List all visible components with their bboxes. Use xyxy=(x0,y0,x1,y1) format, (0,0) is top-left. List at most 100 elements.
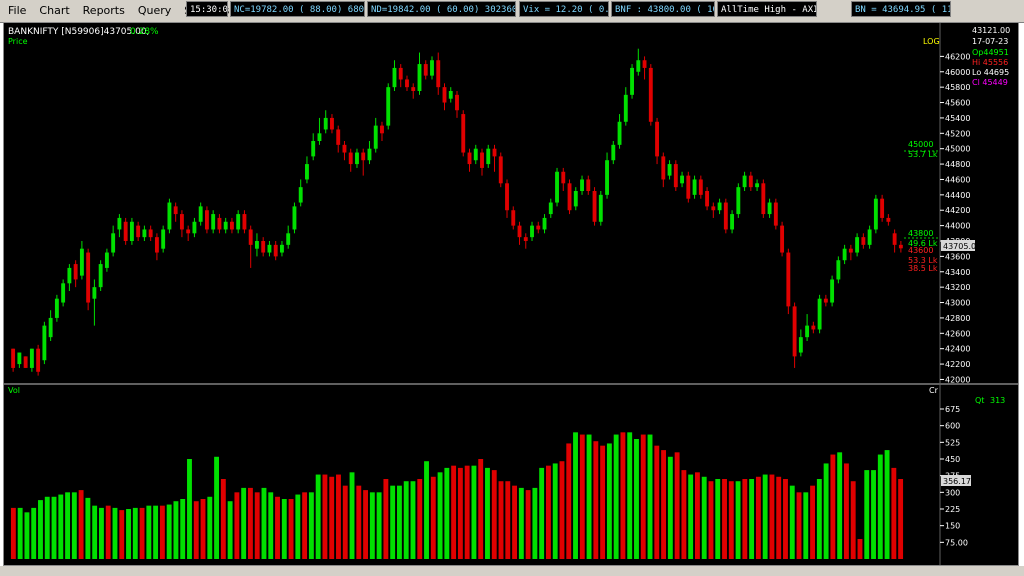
candle-body xyxy=(292,206,297,230)
candle-body xyxy=(892,233,897,245)
candle-body xyxy=(661,156,666,180)
candle-body xyxy=(805,325,810,338)
cr-label: Cr xyxy=(929,386,939,395)
volume-bar xyxy=(579,434,585,559)
volume-bar xyxy=(383,479,389,559)
price-tick-label: 45000 xyxy=(945,145,970,154)
candle-body xyxy=(311,141,316,157)
candle-body xyxy=(92,287,97,299)
volume-bar xyxy=(214,456,220,559)
candle-body xyxy=(48,317,53,338)
volume-bar xyxy=(728,481,734,559)
volume-bar xyxy=(173,501,179,559)
menu-chart[interactable]: Chart xyxy=(37,2,71,20)
candle-body xyxy=(686,175,691,199)
volume-bar xyxy=(451,465,457,559)
volume-bar xyxy=(485,467,490,559)
candlestick-series xyxy=(11,48,903,376)
candle-body xyxy=(648,67,653,122)
volume-bar xyxy=(444,467,450,559)
candle-body xyxy=(461,114,466,153)
volume-bar xyxy=(268,492,274,559)
volume-bar xyxy=(363,490,369,559)
candle-body xyxy=(723,202,728,230)
menu-reports[interactable]: Reports xyxy=(81,2,127,20)
level-45000-label: 45000 xyxy=(908,140,933,149)
volume-bar xyxy=(742,479,748,559)
candle-body xyxy=(242,214,247,230)
candle-body xyxy=(423,64,428,76)
candle-body xyxy=(617,121,622,145)
candle-body xyxy=(411,87,416,91)
candle-body xyxy=(480,152,484,168)
candle-body xyxy=(705,191,710,207)
volume-bar xyxy=(308,492,314,559)
price-tick-label: 42000 xyxy=(945,375,970,384)
volume-bar xyxy=(532,487,538,559)
candle-body xyxy=(498,156,503,184)
candle-body xyxy=(204,210,209,230)
volume-bar xyxy=(593,441,599,559)
volume-bar xyxy=(126,509,131,559)
candle-body xyxy=(142,229,147,238)
volume-bar xyxy=(498,481,504,559)
candle-body xyxy=(73,264,78,280)
volume-bar xyxy=(573,432,578,559)
candle-body xyxy=(511,210,516,226)
volume-bar xyxy=(559,461,565,559)
menu-file[interactable]: File xyxy=(6,2,28,20)
candle-body xyxy=(823,298,828,303)
candle-body xyxy=(548,202,553,215)
price-tick-label: 46200 xyxy=(945,52,970,61)
candle-body xyxy=(555,171,559,203)
last-price-tag: 43705.0 xyxy=(943,242,976,251)
volume-bar xyxy=(810,485,816,559)
volume-bar xyxy=(803,492,809,559)
volume-bar xyxy=(132,507,138,559)
price-tick-label: 46000 xyxy=(945,68,970,77)
price-tick-label: 43400 xyxy=(945,268,970,277)
chart-window[interactable]: BANKNIFTY [N59906]43705.00, 0.28% Price … xyxy=(3,22,1019,566)
volume-bar xyxy=(356,485,362,559)
volume-bar xyxy=(694,472,700,559)
candle-body xyxy=(317,133,322,141)
price-tick-label: 44800 xyxy=(945,160,970,169)
candle-body xyxy=(223,221,228,230)
volume-bar xyxy=(634,439,639,559)
candle-body xyxy=(211,214,216,230)
candle-body xyxy=(305,164,309,180)
volume-tick-label: 600 xyxy=(945,422,960,431)
volume-bar xyxy=(586,434,592,559)
candle-body xyxy=(786,252,791,307)
candle-body xyxy=(673,164,678,188)
volume-bar xyxy=(254,492,260,559)
volume-bar xyxy=(220,479,226,559)
volume-bar xyxy=(65,492,71,559)
candle-body xyxy=(86,252,91,303)
menu-query[interactable]: Query xyxy=(136,2,173,20)
candle-body xyxy=(148,229,153,238)
volume-bar xyxy=(24,512,30,559)
level-43800-label: 43800 xyxy=(908,229,933,238)
volume-tick-label: 225 xyxy=(945,505,960,514)
price-tick-label: 45200 xyxy=(945,129,970,138)
ticker-nc: NC=19782.00 ( 88.00) 68036 Cr. xyxy=(230,1,365,17)
chart-canvas[interactable]: BANKNIFTY [N59906]43705.00, 0.28% Price … xyxy=(4,23,1018,565)
level-45000-qty: 53.7 Lk xyxy=(908,150,938,159)
volume-bar xyxy=(654,445,660,559)
volume-bar xyxy=(180,499,186,559)
vol-tag: 356.17 xyxy=(943,477,971,486)
volume-bar xyxy=(17,507,23,559)
candle-body xyxy=(11,348,16,368)
volume-bar xyxy=(153,505,159,559)
candle-body xyxy=(217,217,222,230)
candle-body xyxy=(773,202,778,226)
volume-bar xyxy=(830,454,836,559)
price-axis: 42000 42200 42400 42600 42800 43000 43200 43400… xyxy=(940,52,970,384)
volume-bar xyxy=(525,490,531,559)
candle-body xyxy=(536,225,541,230)
ticker-bnf: BNF : 43800.00 ( 105.05) xyxy=(611,1,715,17)
info-value: 43121.00 xyxy=(972,26,1010,35)
candle-body xyxy=(655,121,659,157)
volume-bar xyxy=(722,479,727,559)
